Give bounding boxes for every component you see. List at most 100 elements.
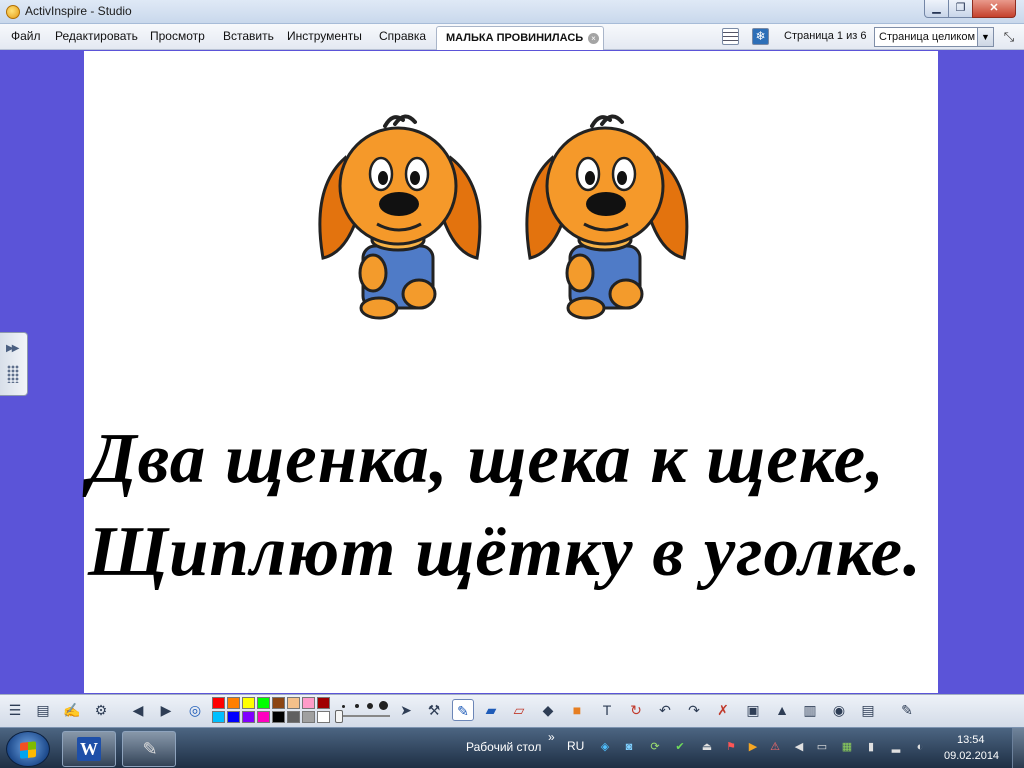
menu-edit[interactable]: Редактировать [55,29,138,43]
color-swatch[interactable] [302,711,315,723]
redo-icon[interactable]: ↷ [683,699,705,721]
menu-insert[interactable]: Вставить [223,29,274,43]
color-swatch[interactable] [212,711,225,723]
tray-update-icon[interactable]: ⚠ [768,740,782,754]
tools-icon[interactable]: ⚒ [423,699,445,721]
eraser-icon[interactable]: ▱ [508,699,530,721]
notes-icon[interactable]: ▤ [857,699,879,721]
activinspire-icon: ✎ [142,739,158,759]
spinner-icon[interactable]: ◉ [828,699,850,721]
color-swatch[interactable] [257,711,270,723]
puppy-image[interactable] [512,108,702,323]
tray-package-icon[interactable]: ▦ [840,740,854,754]
pen-width-4[interactable] [379,701,388,710]
pen-width-slider[interactable] [338,715,390,717]
maximize-button[interactable]: ❐ [948,0,973,18]
pen-width-3[interactable] [367,703,373,709]
color-swatch[interactable] [257,697,270,709]
highlighter-icon[interactable]: ▰ [480,699,502,721]
activinspire-window: ActivInspire - Studio ▁ ❐ ✕ Файл Редакти… [0,0,1024,768]
select-icon[interactable]: ➤ [395,699,417,721]
tray-sync-icon[interactable]: ⟳ [648,740,662,754]
word-icon: W [77,737,101,761]
main-menu-icon[interactable]: ☰ [4,699,26,721]
browser-icon[interactable]: ▤ [32,699,54,721]
tray-signal-icon[interactable]: ▂ [889,740,903,754]
activinspire-logo-icon [6,5,20,19]
pen-width-1[interactable] [342,705,345,708]
zoom-select-value: Страница целиком [879,31,976,43]
chevron-down-icon[interactable]: ▼ [977,28,993,46]
fill-icon[interactable]: ◆ [537,699,559,721]
color-swatch[interactable] [242,697,255,709]
tray-app-icon[interactable]: ◙ [622,740,636,754]
menu-file[interactable]: Файл [11,29,41,43]
title-bar: ActivInspire - Studio ▁ ❐ ✕ [0,0,1024,24]
puppy-image[interactable] [305,108,495,323]
color-swatch[interactable] [272,697,285,709]
tray-power-icon[interactable]: ▮ [864,740,878,754]
taskbar-word-button[interactable]: W [62,731,116,767]
fullscreen-icon[interactable]: ⤡ [998,27,1020,47]
color-swatch[interactable] [227,711,240,723]
tray-network-icon[interactable]: ◈ [598,740,612,754]
color-swatch[interactable] [272,711,285,723]
expand-arrows-icon: ▶▶ [6,343,19,354]
undo-icon[interactable]: ↶ [654,699,676,721]
reset-page-icon[interactable]: ↻ [625,699,647,721]
flipchart-page[interactable]: Два щенка, щека к щеке, Щиплют щётку в у… [84,51,938,693]
close-button[interactable]: ✕ [972,0,1016,18]
tray-flag-icon[interactable]: ⚑ [724,740,738,754]
browser-drawer-handle[interactable]: ▶▶ [0,332,28,396]
clock-time[interactable]: 13:54 [957,734,985,746]
color-swatch[interactable] [242,711,255,723]
prev-page-icon[interactable]: ◀ [127,699,149,721]
menu-help[interactable]: Справка [379,29,426,43]
taskbar-activinspire-button[interactable]: ✎ [122,731,176,767]
poem-line-2[interactable]: Щиплют щётку в уголке. [88,512,922,593]
tray-sound-icon[interactable]: ◀ [792,740,806,754]
color-swatch[interactable] [287,697,300,709]
shape-icon[interactable]: ■ [566,699,588,721]
flipchart-tab[interactable]: МАЛЬКА ПРОВИНИЛАСЬ × [436,26,604,50]
chevron-right-icon[interactable]: » [548,730,555,744]
tray-monitor-icon[interactable]: ▭ [815,740,829,754]
color-swatch[interactable] [317,697,330,709]
show-desktop-button[interactable] [1012,728,1024,768]
desktop-toolbar-label[interactable]: Рабочий стол [466,740,541,754]
page-properties-icon[interactable]: ▥ [799,699,821,721]
tab-close-icon[interactable]: × [588,33,599,44]
page-browser-icon[interactable] [722,28,739,45]
zoom-select[interactable]: Страница целиком ▼ [874,27,994,47]
handwriting-icon[interactable]: ✎ [896,699,918,721]
pen-width-slider-knob[interactable] [335,710,343,723]
pen-icon[interactable]: ✎ [452,699,474,721]
color-swatch[interactable] [287,711,300,723]
clock-date[interactable]: 09.02.2014 [944,750,999,762]
text-icon[interactable]: T [596,699,618,721]
language-indicator[interactable]: RU [567,739,584,753]
menu-bar: Файл Редактировать Просмотр Вставить Инс… [0,24,1024,50]
globe-icon[interactable]: ◎ [184,699,206,721]
tray-usb-icon[interactable]: ⏏ [700,740,714,754]
pen-width-2[interactable] [355,704,359,708]
start-button[interactable] [6,731,50,767]
signature-icon[interactable]: ✍ [61,699,83,721]
tray-volume-icon[interactable]: ◐ [913,740,927,754]
settings-icon[interactable]: ⚙ [90,699,112,721]
color-swatch[interactable] [212,697,225,709]
tray-shield-icon[interactable]: ✔ [673,740,687,754]
snowflake-icon[interactable]: ❄ [752,28,769,45]
color-swatch[interactable] [227,697,240,709]
color-swatch[interactable] [317,711,330,723]
insert-media-icon[interactable]: ▲ [771,699,793,721]
menu-tools[interactable]: Инструменты [287,29,362,43]
camera-icon[interactable]: ▣ [742,699,764,721]
clear-icon[interactable]: ✗ [712,699,734,721]
poem-line-1[interactable]: Два щенка, щека к щеке, [88,419,885,500]
next-page-icon[interactable]: ▶ [155,699,177,721]
tray-media-icon[interactable]: ▶ [746,740,760,754]
menu-view[interactable]: Просмотр [150,29,205,43]
color-swatch[interactable] [302,697,315,709]
minimize-button[interactable]: ▁ [924,0,949,18]
